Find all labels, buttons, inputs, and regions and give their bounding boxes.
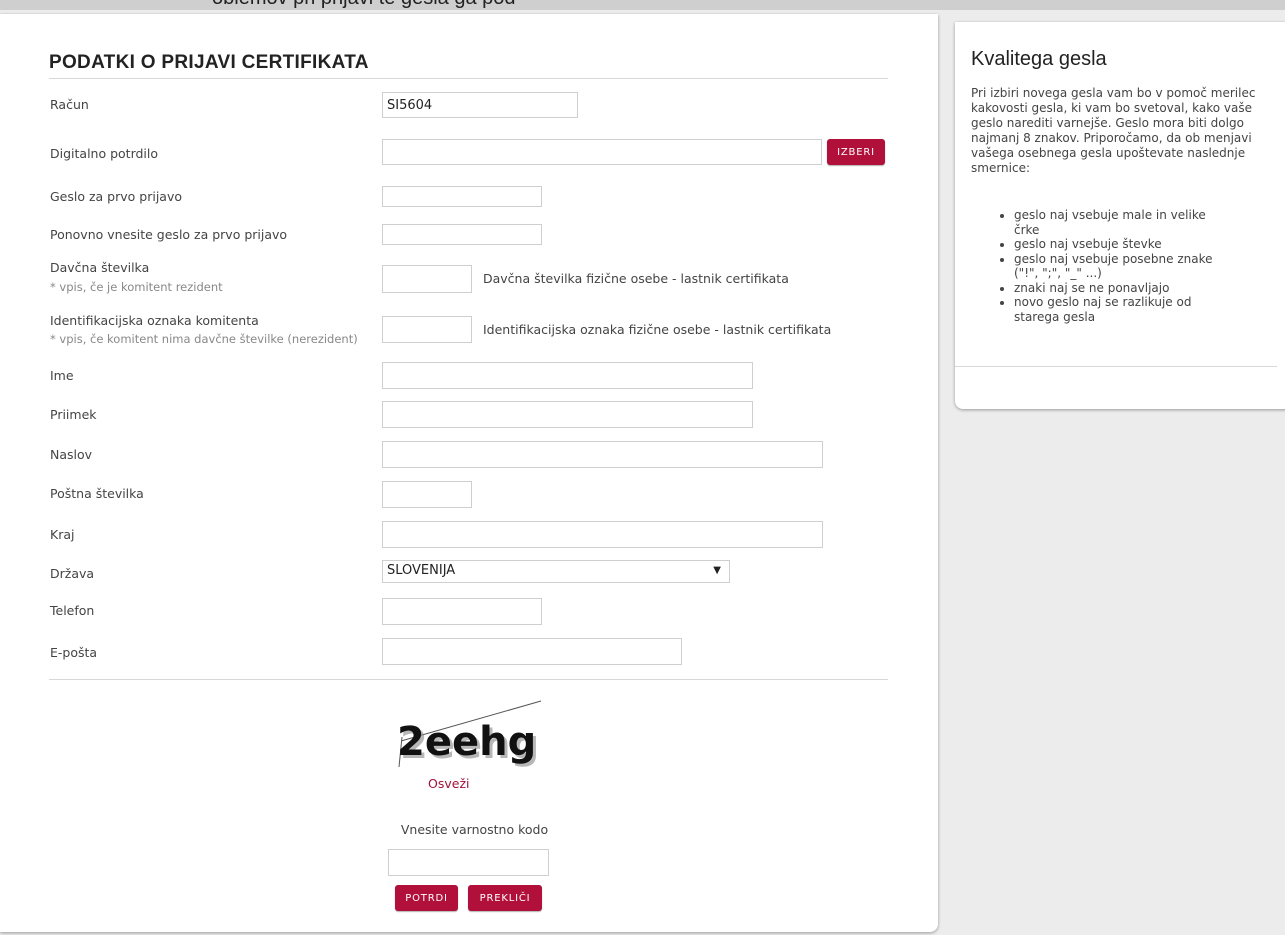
tax-number-sublabel: * vpis, če je komitent rezident [50, 280, 223, 294]
captcha-code: 2eehg [397, 719, 536, 765]
divider [955, 366, 1277, 367]
password-input[interactable] [382, 186, 542, 207]
first-name-label: Ime [50, 368, 74, 383]
digital-certificate-input[interactable] [382, 139, 822, 165]
chevron-down-icon[interactable]: ▼ [713, 565, 721, 576]
last-name-input[interactable] [382, 401, 753, 428]
postal-code-input[interactable] [382, 481, 472, 508]
identification-hint: Identifikacijska oznaka fizične osebe - … [483, 322, 832, 337]
country-select-value: SLOVENIJA [387, 563, 456, 578]
email-label: E-pošta [50, 645, 98, 660]
country-label: Država [50, 566, 95, 581]
list-item: geslo naj vsebuje male in velike črke [1014, 208, 1234, 237]
tax-number-hint: Davčna številka fizične osebe - lastnik … [483, 271, 789, 286]
last-name-label: Priimek [50, 407, 97, 422]
racun-label: Račun [50, 97, 89, 112]
identification-sublabel: * vpis, če komitent nima davčne številke… [50, 332, 358, 346]
top-strip: oblemov pri prijavi te gesla ga pod [0, 0, 1285, 10]
password-repeat-label: Ponovno vnesite geslo za prvo prijavo [50, 227, 288, 242]
captcha-prompt: Vnesite varnostno kodo [400, 822, 549, 837]
address-input[interactable] [382, 441, 823, 468]
sidebar-text: Pri izbiri novega gesla vam bo v pomoč m… [971, 86, 1256, 175]
digital-certificate-label: Digitalno potrdilo [50, 146, 159, 161]
country-select[interactable]: SLOVENIJA ▼ [382, 560, 730, 583]
certificate-form-panel: PODATKI O PRIJAVI CERTIFIKATA Račun Digi… [0, 14, 938, 932]
list-item: geslo naj vsebuje posebne znake ("!", ";… [1014, 252, 1234, 281]
list-item: znaki naj se ne ponavljajo [1014, 281, 1234, 296]
email-input[interactable] [382, 638, 682, 665]
tax-number-label: Davčna številka [50, 260, 150, 275]
racun-input[interactable] [382, 92, 578, 118]
password-label: Geslo za prvo prijavo [50, 189, 182, 204]
first-name-input[interactable] [382, 362, 753, 389]
password-tips-list: geslo naj vsebuje male in velike črke ge… [1002, 208, 1234, 324]
phone-input[interactable] [382, 598, 542, 625]
choose-certificate-button[interactable]: IZBERI [827, 139, 885, 165]
divider [49, 78, 888, 79]
password-quality-panel: Kvalitega gesla Pri izbiri novega gesla … [955, 22, 1285, 409]
identification-input[interactable] [382, 316, 472, 343]
list-item: geslo naj vsebuje števke [1014, 237, 1234, 252]
phone-label: Telefon [50, 603, 95, 618]
divider [49, 679, 888, 680]
list-item: novo geslo naj se razlikuje od starega g… [1014, 295, 1234, 324]
sidebar-title: Kvalitega gesla [971, 48, 1107, 70]
city-input[interactable] [382, 521, 823, 548]
postal-code-label: Poštna številka [50, 486, 144, 501]
top-strip-text: oblemov pri prijavi te gesla ga pod [212, 0, 516, 10]
refresh-captcha-link[interactable]: Osveži [428, 776, 469, 791]
city-label: Kraj [50, 527, 75, 542]
cancel-button[interactable]: PREKLIČI [468, 885, 542, 911]
confirm-button[interactable]: POTRDI [395, 885, 458, 911]
form-title: PODATKI O PRIJAVI CERTIFIKATA [49, 52, 369, 73]
address-label: Naslov [50, 447, 93, 462]
password-repeat-input[interactable] [382, 224, 542, 245]
tax-number-input[interactable] [382, 265, 472, 293]
captcha-input[interactable] [388, 849, 549, 876]
identification-label: Identifikacijska oznaka komitenta [50, 313, 259, 328]
captcha-image: 2eehg 2eehg [397, 700, 542, 768]
